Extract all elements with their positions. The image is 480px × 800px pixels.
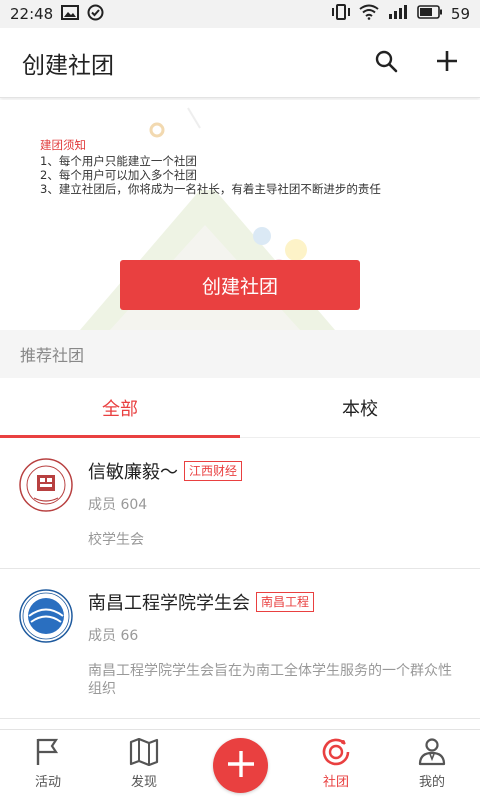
plus-icon xyxy=(225,748,257,784)
status-bar: 22:48 59 xyxy=(0,0,480,28)
club-notice: 建团须知 1、每个用户只能建立一个社团 2、每个用户可以加入多个社团 3、建立社… xyxy=(40,138,381,196)
member-count: 成员 604 xyxy=(88,497,148,513)
school-tag: 南昌工程 xyxy=(256,592,315,612)
club-description: 南昌工程学院学生会旨在为南工全体学生服务的一个群众性组织 xyxy=(88,663,452,697)
tab-my-school[interactable]: 本校 xyxy=(240,378,480,437)
create-club-banner: 建团须知 1、每个用户只能建立一个社团 2、每个用户可以加入多个社团 3、建立社… xyxy=(0,100,480,330)
battery-level: 59 xyxy=(450,5,470,23)
club-list-item[interactable]: 南昌工程学院学生会 南昌工程 成员 66 南昌工程学院学生会旨在为南工全体学生服… xyxy=(0,569,480,719)
notice-line: 3、建立社团后，你将成为一名社长，有着主导社团不断进步的责任 xyxy=(40,182,381,196)
check-circle-icon xyxy=(87,4,104,25)
image-notification-icon xyxy=(61,4,80,24)
vibrate-icon xyxy=(331,4,351,24)
nav-activity[interactable]: 活动 xyxy=(0,730,96,800)
add-icon[interactable] xyxy=(436,50,458,76)
club-logo xyxy=(19,458,73,512)
nav-label: 活动 xyxy=(34,775,61,790)
nav-discover[interactable]: 发现 xyxy=(96,730,192,800)
create-club-button[interactable]: 创建社团 xyxy=(120,260,360,310)
person-icon xyxy=(417,737,447,767)
page-title: 创建社团 xyxy=(22,52,114,79)
tab-all[interactable]: 全部 xyxy=(0,378,240,438)
nav-me[interactable]: 我的 xyxy=(384,730,480,800)
recommended-section-title: 推荐社团 xyxy=(0,330,480,378)
nav-label: 发现 xyxy=(130,775,157,790)
nav-label: 社团 xyxy=(322,775,349,790)
notice-line: 1、每个用户只能建立一个社团 xyxy=(40,154,197,168)
search-icon[interactable] xyxy=(374,49,398,77)
club-description: 校学生会 xyxy=(88,532,144,548)
club-logo xyxy=(19,589,73,643)
school-tag: 江西财经 xyxy=(184,461,243,481)
wifi-icon xyxy=(359,4,379,24)
club-list-item[interactable]: 信敏廉毅～ 江西财经 成员 604 校学生会 xyxy=(0,438,480,569)
status-time: 22:48 xyxy=(10,5,54,23)
member-count: 成员 66 xyxy=(88,628,139,644)
add-button[interactable] xyxy=(213,738,268,793)
notice-line: 2、每个用户可以加入多个社团 xyxy=(40,168,197,182)
flag-icon xyxy=(34,737,62,767)
club-name: 信敏廉毅～ xyxy=(88,462,178,483)
notice-heading: 建团须知 xyxy=(40,138,86,152)
club-icon xyxy=(321,737,351,767)
nav-clubs[interactable]: 社团 xyxy=(288,730,384,800)
club-name: 南昌工程学院学生会 xyxy=(88,593,250,614)
battery-icon xyxy=(417,5,443,23)
club-tabs: 全部 本校 xyxy=(0,378,480,438)
map-icon xyxy=(129,737,159,767)
club-list: 信敏廉毅～ 江西财经 成员 604 校学生会 南昌工程学院学生会 南昌工程 成员… xyxy=(0,438,480,719)
app-bar: 创建社团 xyxy=(0,28,480,98)
nav-label: 我的 xyxy=(418,775,445,790)
signal-icon xyxy=(387,4,409,24)
